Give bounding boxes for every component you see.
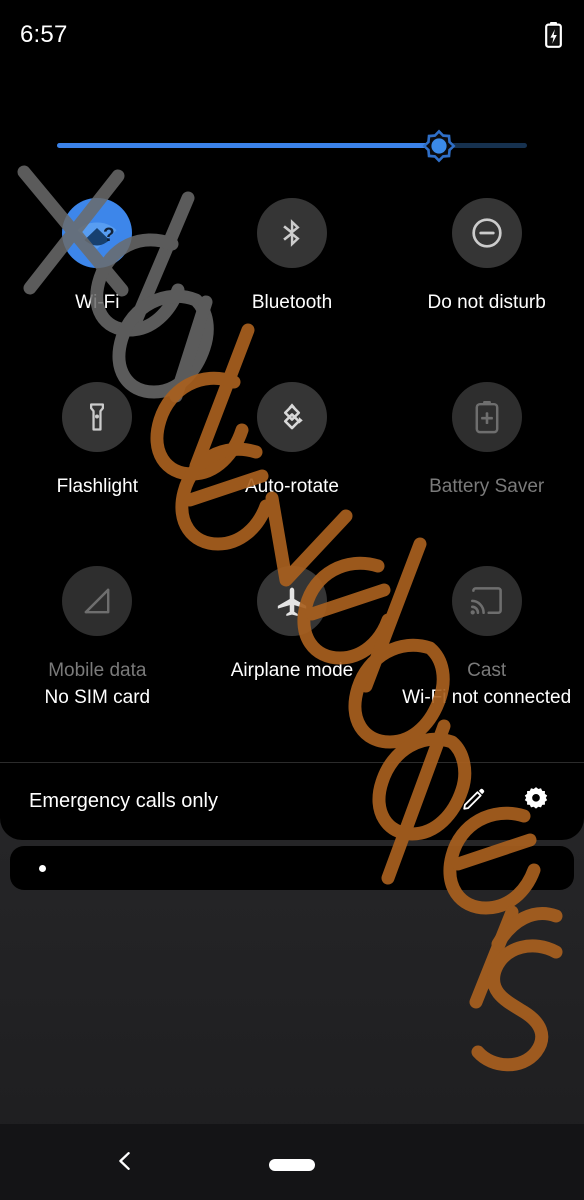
qs-tile-airplane-mode-circle[interactable] — [256, 566, 327, 636]
notification-shade-card[interactable] — [10, 846, 574, 890]
bluetooth-icon — [275, 216, 309, 250]
flashlight-icon — [81, 401, 113, 433]
qs-tile-auto-rotate-circle[interactable] — [256, 382, 327, 452]
svg-text:?: ? — [103, 225, 115, 246]
brightness-slider-fill — [57, 143, 443, 148]
qs-tile-bluetooth[interactable]: Bluetooth — [195, 196, 390, 380]
qs-tile-cast-sublabel: Wi-Fi not connected — [402, 687, 572, 708]
status-bar: 6:57 — [0, 0, 584, 70]
notification-dot — [39, 865, 46, 872]
qs-tile-auto-rotate[interactable]: Auto-rotate — [195, 380, 390, 564]
edit-tiles-button[interactable] — [446, 774, 502, 830]
home-gesture-pill[interactable] — [269, 1159, 315, 1171]
status-bar-clock: 6:57 — [20, 21, 68, 48]
qs-tile-cast-circle[interactable] — [451, 566, 522, 636]
carrier-status-text: Emergency calls only — [29, 790, 218, 812]
quick-settings-screen: 6:57 ? Wi-Fi Bluetooth Do not disturb Fl… — [0, 0, 584, 1200]
qs-tile-cast-label: Cast — [467, 660, 507, 681]
do-not-disturb-icon — [470, 216, 504, 250]
pencil-edit-icon — [461, 786, 487, 817]
wifi-question-icon: ? — [76, 216, 118, 250]
battery-charging-icon — [545, 22, 562, 48]
brightness-slider-row[interactable] — [0, 118, 584, 178]
quick-settings-panel: 6:57 ? Wi-Fi Bluetooth Do not disturb Fl… — [0, 0, 584, 840]
quick-settings-footer: Emergency calls only — [0, 762, 584, 840]
gear-settings-icon — [522, 785, 550, 818]
auto-rotate-icon — [275, 400, 309, 434]
qs-tile-do-not-disturb[interactable]: Do not disturb — [389, 196, 584, 380]
qs-tile-wifi[interactable]: ? Wi-Fi — [0, 196, 195, 380]
brightness-slider-thumb[interactable] — [419, 126, 459, 166]
qs-tile-flashlight-circle[interactable] — [62, 382, 133, 452]
qs-tile-battery-saver[interactable]: Battery Saver — [389, 380, 584, 564]
qs-tile-wifi-circle[interactable]: ? — [62, 198, 133, 268]
airplane-icon — [275, 584, 309, 618]
qs-tile-mobile-data-circle[interactable] — [62, 566, 133, 636]
qs-tile-bluetooth-circle[interactable] — [256, 198, 327, 268]
qs-tile-airplane-mode-label: Airplane mode — [230, 660, 354, 681]
qs-tile-airplane-mode[interactable]: Airplane mode — [195, 564, 390, 748]
qs-tile-mobile-data[interactable]: Mobile data No SIM card — [0, 564, 195, 748]
qs-tile-mobile-data-sublabel: No SIM card — [44, 687, 151, 708]
qs-tile-auto-rotate-label: Auto-rotate — [244, 476, 339, 497]
battery-saver-icon — [472, 400, 502, 434]
mobile-data-off-icon — [81, 585, 113, 617]
qs-tile-mobile-data-label: Mobile data — [48, 660, 147, 681]
qs-tile-wifi-label: Wi-Fi — [75, 292, 120, 313]
chevron-left-icon — [113, 1149, 137, 1178]
qs-tile-flashlight-label: Flashlight — [56, 476, 138, 497]
qs-tile-do-not-disturb-label: Do not disturb — [427, 292, 546, 313]
cast-icon — [470, 586, 504, 616]
settings-button[interactable] — [508, 774, 564, 830]
qs-tile-do-not-disturb-circle[interactable] — [451, 198, 522, 268]
nav-back-button[interactable] — [108, 1146, 142, 1180]
qs-tile-bluetooth-label: Bluetooth — [251, 292, 333, 313]
qs-tile-cast[interactable]: Cast Wi-Fi not connected — [389, 564, 584, 748]
quick-settings-tile-grid: ? Wi-Fi Bluetooth Do not disturb Flashli… — [0, 196, 584, 748]
qs-tile-battery-saver-label: Battery Saver — [429, 476, 545, 497]
qs-tile-flashlight[interactable]: Flashlight — [0, 380, 195, 564]
qs-tile-battery-saver-circle[interactable] — [451, 382, 522, 452]
